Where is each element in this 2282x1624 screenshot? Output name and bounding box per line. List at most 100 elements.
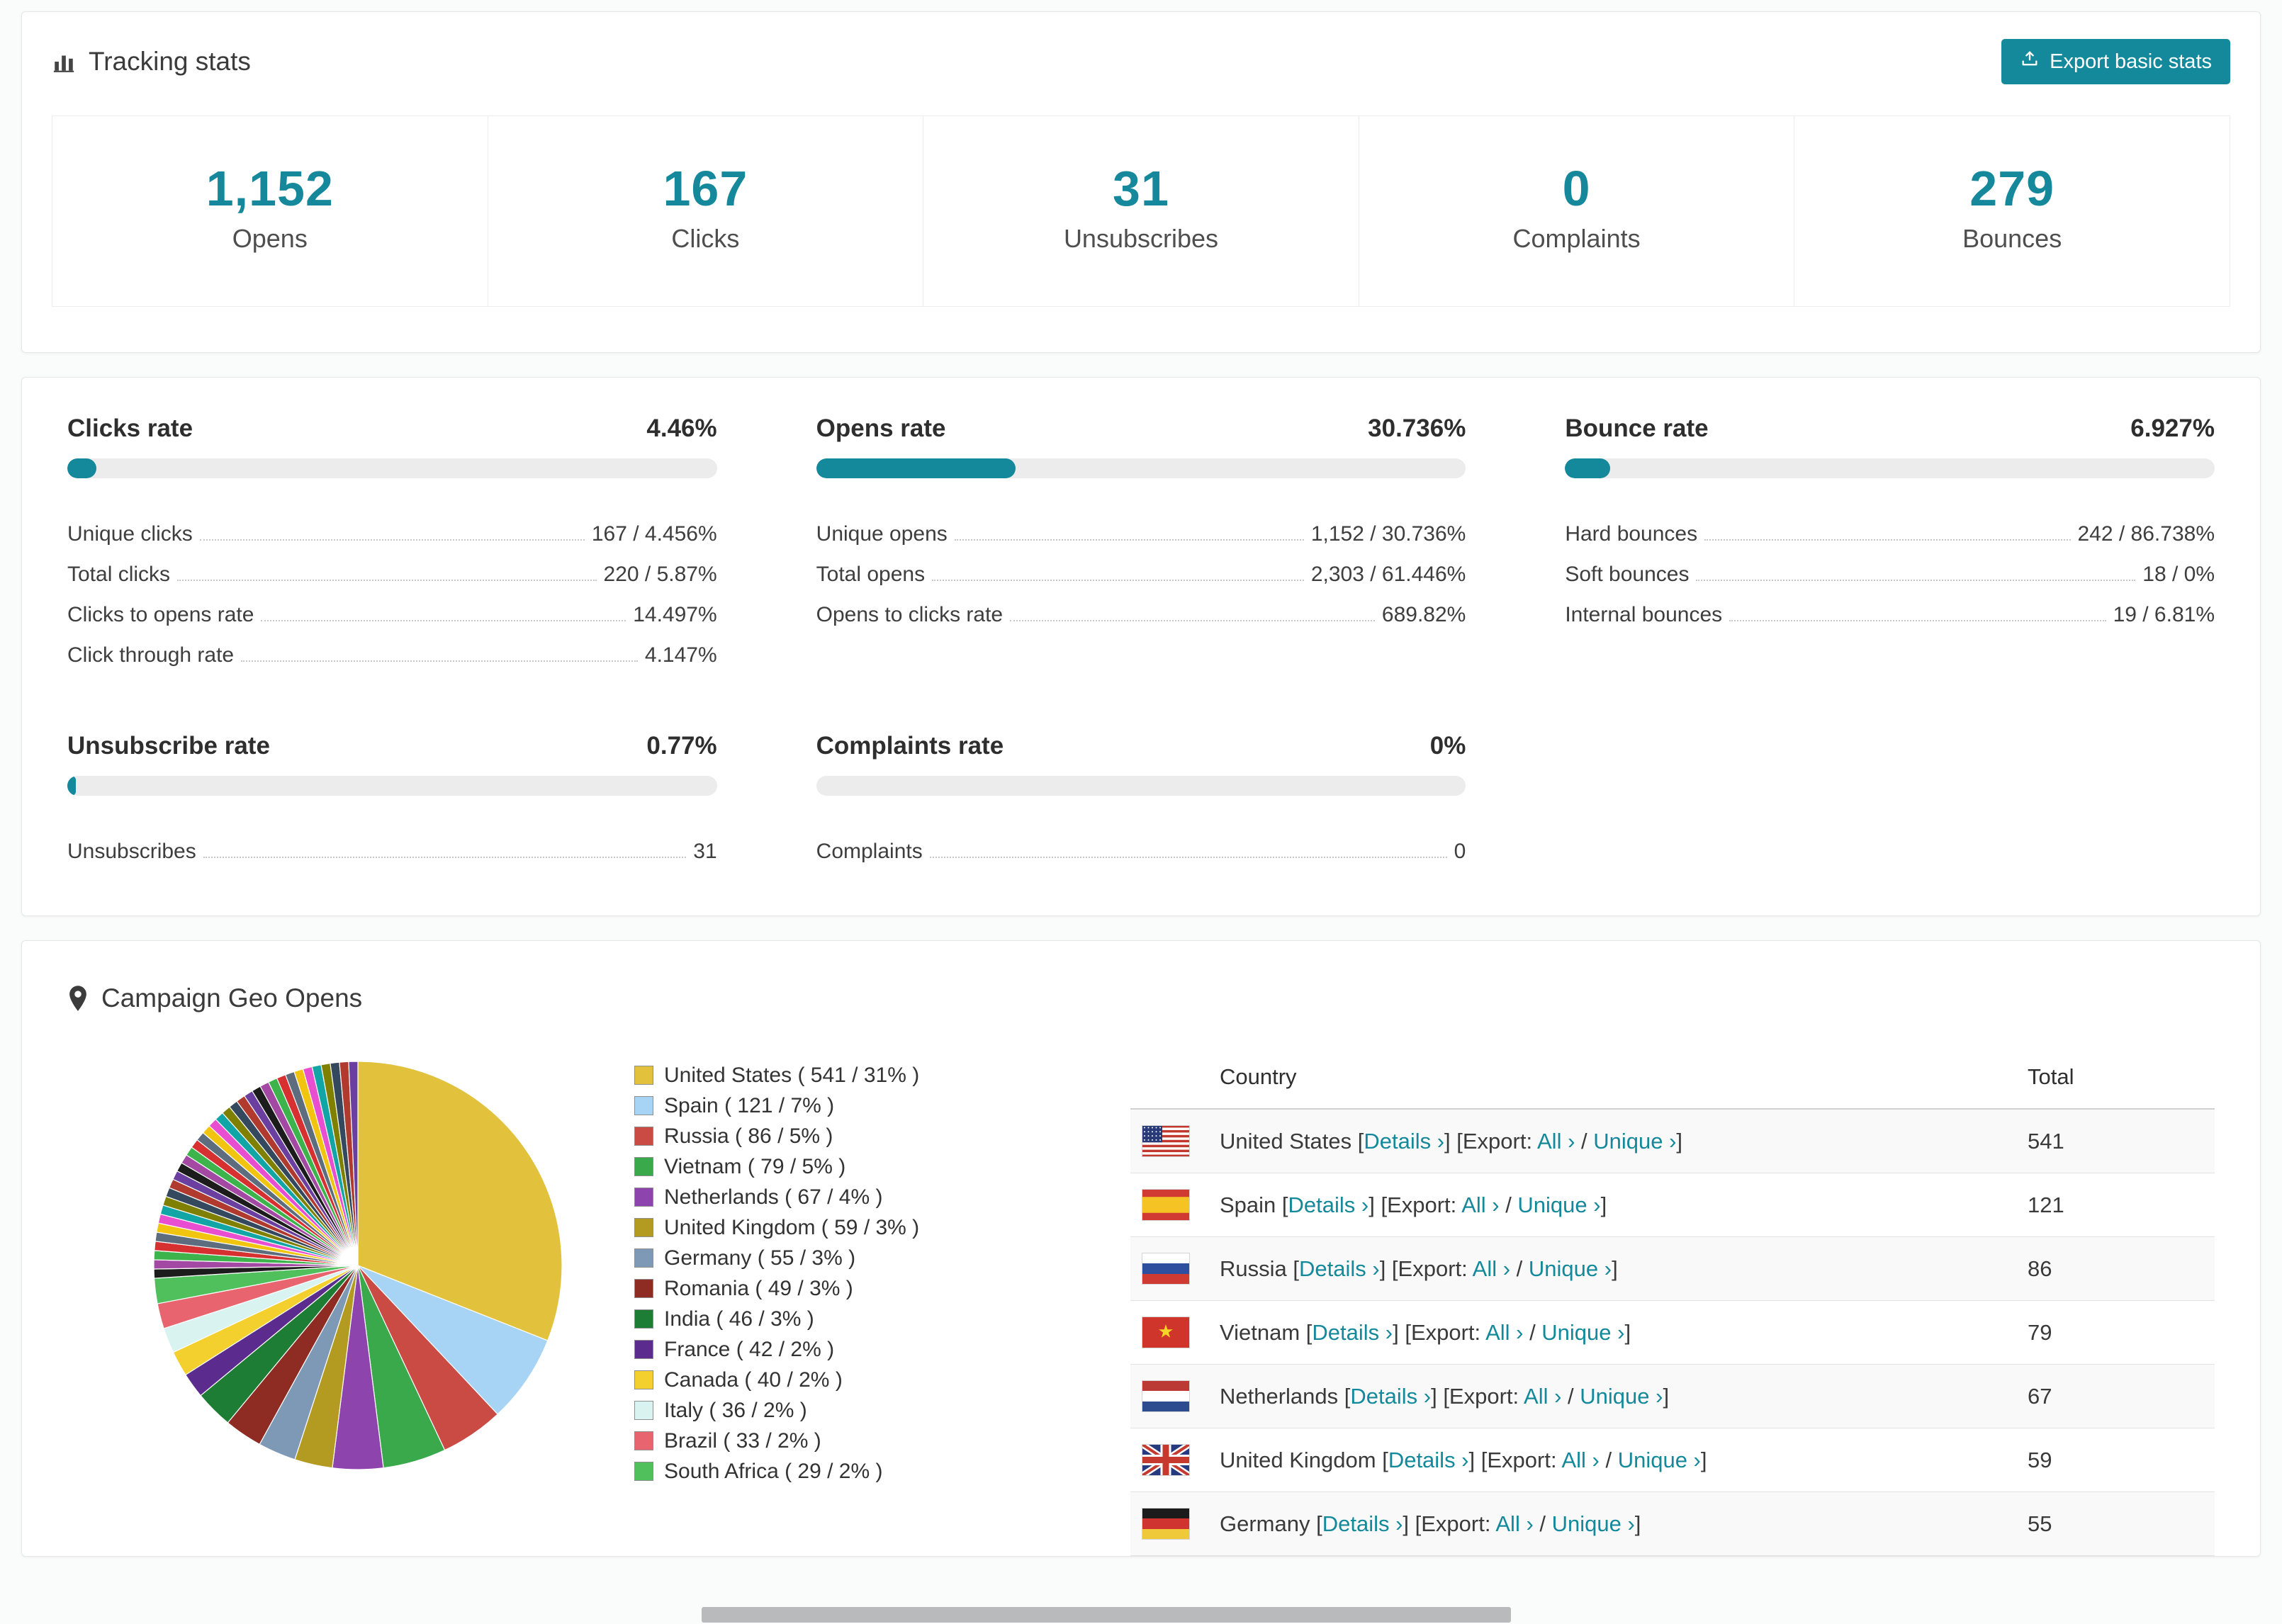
geo-content: United States ( 541 / 31% ) Spain ( 121 /… <box>67 1053 2215 1556</box>
stat-value: 1,152 <box>206 161 334 216</box>
details-link[interactable]: Details › <box>1350 1384 1431 1409</box>
rate-row-label: Clicks to opens rate <box>67 603 254 626</box>
rate-rows: Complaints 0 <box>816 823 1466 863</box>
export-unique-link[interactable]: Unique › <box>1618 1448 1701 1472</box>
flag-us-icon <box>1142 1125 1197 1157</box>
legend-label: South Africa ( 29 / 2% ) <box>664 1459 883 1483</box>
export-all-link[interactable]: All › <box>1495 1511 1533 1536</box>
rate-title: Bounce rate <box>1565 415 1709 442</box>
dotted-leader <box>177 580 597 581</box>
rate-rows: Unique opens 1,152 / 30.736% Total opens 2,… <box>816 505 1466 626</box>
legend-label: United States ( 541 / 31% ) <box>664 1063 920 1087</box>
export-all-link[interactable]: All › <box>1485 1320 1523 1345</box>
country-cell: United Kingdom [Details ›] [Export: All … <box>1208 1428 2016 1492</box>
geo-table-row: Russia [Details ›] [Export: All › / Uniq… <box>1130 1236 2215 1301</box>
rate-row-value: 31 <box>693 840 717 863</box>
export-all-link[interactable]: All › <box>1524 1384 1561 1409</box>
dotted-leader <box>1704 539 2071 541</box>
country-name: Netherlands <box>1220 1383 1339 1409</box>
legend-item: India ( 46 / 3% ) <box>634 1304 1130 1334</box>
legend-label: Spain ( 121 / 7% ) <box>664 1093 835 1117</box>
rate-value: 30.736% <box>1368 415 1466 442</box>
country-name: Vietnam <box>1220 1319 1300 1345</box>
geo-pie-wrap <box>67 1053 634 1482</box>
country-name: United Kingdom <box>1220 1447 1376 1472</box>
export-unique-link[interactable]: Unique › <box>1593 1129 1676 1154</box>
details-link[interactable]: Details › <box>1388 1448 1469 1472</box>
map-pin-icon <box>67 985 89 1012</box>
geo-header: Campaign Geo Opens <box>67 983 2215 1013</box>
country-name: Spain <box>1220 1192 1276 1217</box>
rate-row: Unsubscribes 31 <box>67 823 717 863</box>
rate-value: 0% <box>1429 732 1466 760</box>
flag-cell <box>1130 1236 1208 1301</box>
flag-column-header <box>1130 1053 1208 1110</box>
dotted-leader <box>1696 580 2136 581</box>
export-all-link[interactable]: All › <box>1473 1256 1510 1281</box>
legend-swatch <box>634 1279 653 1298</box>
details-link[interactable]: Details › <box>1288 1192 1369 1217</box>
total-cell: 79 <box>2016 1300 2215 1365</box>
rate-progress-bar <box>67 776 717 796</box>
legend-swatch <box>634 1370 653 1389</box>
legend-swatch <box>634 1401 653 1420</box>
rate-block: Clicks rate 4.46% Unique clicks 167 / 4.456… <box>67 415 717 667</box>
export-all-link[interactable]: All › <box>1561 1448 1599 1472</box>
export-basic-stats-button[interactable]: Export basic stats <box>2001 39 2230 84</box>
horizontal-scrollbar[interactable] <box>702 1607 1511 1623</box>
export-all-link[interactable]: All › <box>1461 1192 1499 1217</box>
rate-row: Total clicks 220 / 5.87% <box>67 546 717 586</box>
rates-grid: Clicks rate 4.46% Unique clicks 167 / 4.456… <box>67 415 2215 863</box>
total-cell: 55 <box>2016 1492 2215 1556</box>
rate-row: Unique opens 1,152 / 30.736% <box>816 505 1466 546</box>
rate-row-value: 18 / 0% <box>2142 563 2215 586</box>
flag-nl-icon <box>1142 1380 1197 1412</box>
details-link[interactable]: Details › <box>1299 1256 1380 1281</box>
legend-label: France ( 42 / 2% ) <box>664 1337 835 1361</box>
legend-swatch <box>634 1309 653 1329</box>
export-unique-link[interactable]: Unique › <box>1580 1384 1663 1409</box>
legend-item: Germany ( 55 / 3% ) <box>634 1243 1130 1273</box>
rate-row: Clicks to opens rate 14.497% <box>67 586 717 626</box>
rate-block: Opens rate 30.736% Unique opens 1,152 / 30.… <box>816 415 1466 667</box>
export-unique-link[interactable]: Unique › <box>1541 1320 1624 1345</box>
details-link[interactable]: Details › <box>1322 1511 1403 1536</box>
tracking-stats-card: Tracking stats Export basic stats 1,152 O… <box>21 11 2261 353</box>
country-cell: Spain [Details ›] [Export: All › / Uniqu… <box>1208 1173 2016 1237</box>
legend-item: Romania ( 49 / 3% ) <box>634 1273 1130 1304</box>
legend-label: Romania ( 49 / 3% ) <box>664 1276 853 1300</box>
legend-item: Italy ( 36 / 2% ) <box>634 1395 1130 1426</box>
rate-row-label: Total opens <box>816 563 926 586</box>
flag-de-icon <box>1142 1508 1197 1540</box>
stat-box: 279 Bounces <box>1794 115 2230 307</box>
legend-item: South Africa ( 29 / 2% ) <box>634 1456 1130 1487</box>
stat-label: Opens <box>232 224 308 253</box>
export-unique-link[interactable]: Unique › <box>1517 1192 1600 1217</box>
export-unique-link[interactable]: Unique › <box>1529 1256 1612 1281</box>
stat-label: Bounces <box>1962 224 2062 253</box>
tracking-stats-title-text: Tracking stats <box>89 47 251 76</box>
country-name: United States <box>1220 1128 1352 1154</box>
rate-title: Unsubscribe rate <box>67 732 270 760</box>
stat-label: Clicks <box>671 224 740 253</box>
rate-row-label: Total clicks <box>67 563 171 586</box>
stat-box: 1,152 Opens <box>52 115 488 307</box>
stat-value: 279 <box>1969 161 2055 216</box>
legend-item: Russia ( 86 / 5% ) <box>634 1121 1130 1151</box>
rate-row-value: 2,303 / 61.446% <box>1310 563 1466 586</box>
details-link[interactable]: Details › <box>1364 1129 1444 1154</box>
country-cell: United States [Details ›] [Export: All ›… <box>1208 1109 2016 1173</box>
legend-label: Brazil ( 33 / 2% ) <box>664 1428 821 1453</box>
rate-progress-bar <box>816 776 1466 796</box>
details-link[interactable]: Details › <box>1312 1320 1393 1345</box>
stat-label: Unsubscribes <box>1063 224 1219 253</box>
campaign-geo-opens-card: Campaign Geo Opens United States ( 541 /… <box>21 940 2261 1557</box>
dotted-leader <box>1729 620 2106 621</box>
dotted-leader <box>241 660 638 662</box>
geo-pie-legend: United States ( 541 / 31% ) Spain ( 121 /… <box>634 1053 1130 1487</box>
total-cell: 121 <box>2016 1173 2215 1237</box>
rate-head: Complaints rate 0% <box>816 732 1466 760</box>
export-unique-link[interactable]: Unique › <box>1552 1511 1635 1536</box>
legend-label: India ( 46 / 3% ) <box>664 1307 814 1331</box>
export-all-link[interactable]: All › <box>1537 1129 1575 1154</box>
